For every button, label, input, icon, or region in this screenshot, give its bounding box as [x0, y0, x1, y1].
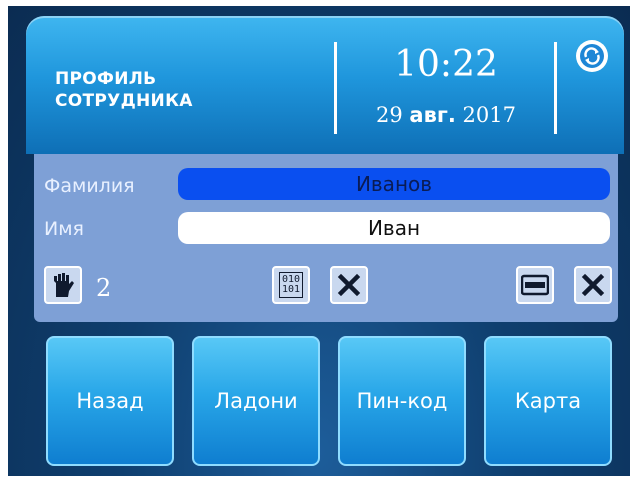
clock-date: 29 авг. 2017	[342, 103, 550, 127]
header-bar: ПРОФИЛЬ СОТРУДНИКА 10:22 29 авг. 2017	[26, 16, 624, 154]
delete-card-icon[interactable]	[574, 266, 612, 304]
card-button[interactable]: Карта	[484, 336, 612, 466]
surname-label: Фамилия	[44, 175, 135, 197]
date-year: 2017	[462, 103, 516, 127]
title-line-1: ПРОФИЛЬ	[55, 69, 157, 89]
page-title: ПРОФИЛЬ СОТРУДНИКА	[55, 68, 193, 112]
employee-form-panel: Фамилия Иванов Имя Иван 2 010 101	[34, 154, 618, 322]
title-line-2: СОТРУДНИКА	[55, 91, 193, 111]
pin-code-icon[interactable]: 010 101	[272, 266, 310, 304]
sync-icon[interactable]	[576, 40, 608, 72]
pin-code-button[interactable]: Пин-код	[338, 336, 466, 466]
palm-icon[interactable]	[44, 266, 82, 304]
name-label: Имя	[44, 218, 84, 240]
name-field[interactable]: Иван	[178, 212, 610, 244]
surname-field[interactable]: Иванов	[178, 168, 610, 200]
back-button[interactable]: Назад	[46, 336, 174, 466]
delete-pin-icon[interactable]	[330, 266, 368, 304]
palms-button[interactable]: Ладони	[192, 336, 320, 466]
date-month: авг.	[409, 103, 456, 127]
clock-time: 10:22	[394, 44, 498, 85]
header-divider	[334, 42, 337, 134]
palm-count: 2	[96, 274, 112, 302]
card-icon[interactable]	[516, 266, 554, 304]
date-day: 29	[376, 103, 403, 127]
header-divider	[554, 42, 557, 134]
pin-icon-text-bottom: 101	[281, 284, 301, 295]
device-screen: ПРОФИЛЬ СОТРУДНИКА 10:22 29 авг. 2017 Фа…	[8, 6, 630, 476]
